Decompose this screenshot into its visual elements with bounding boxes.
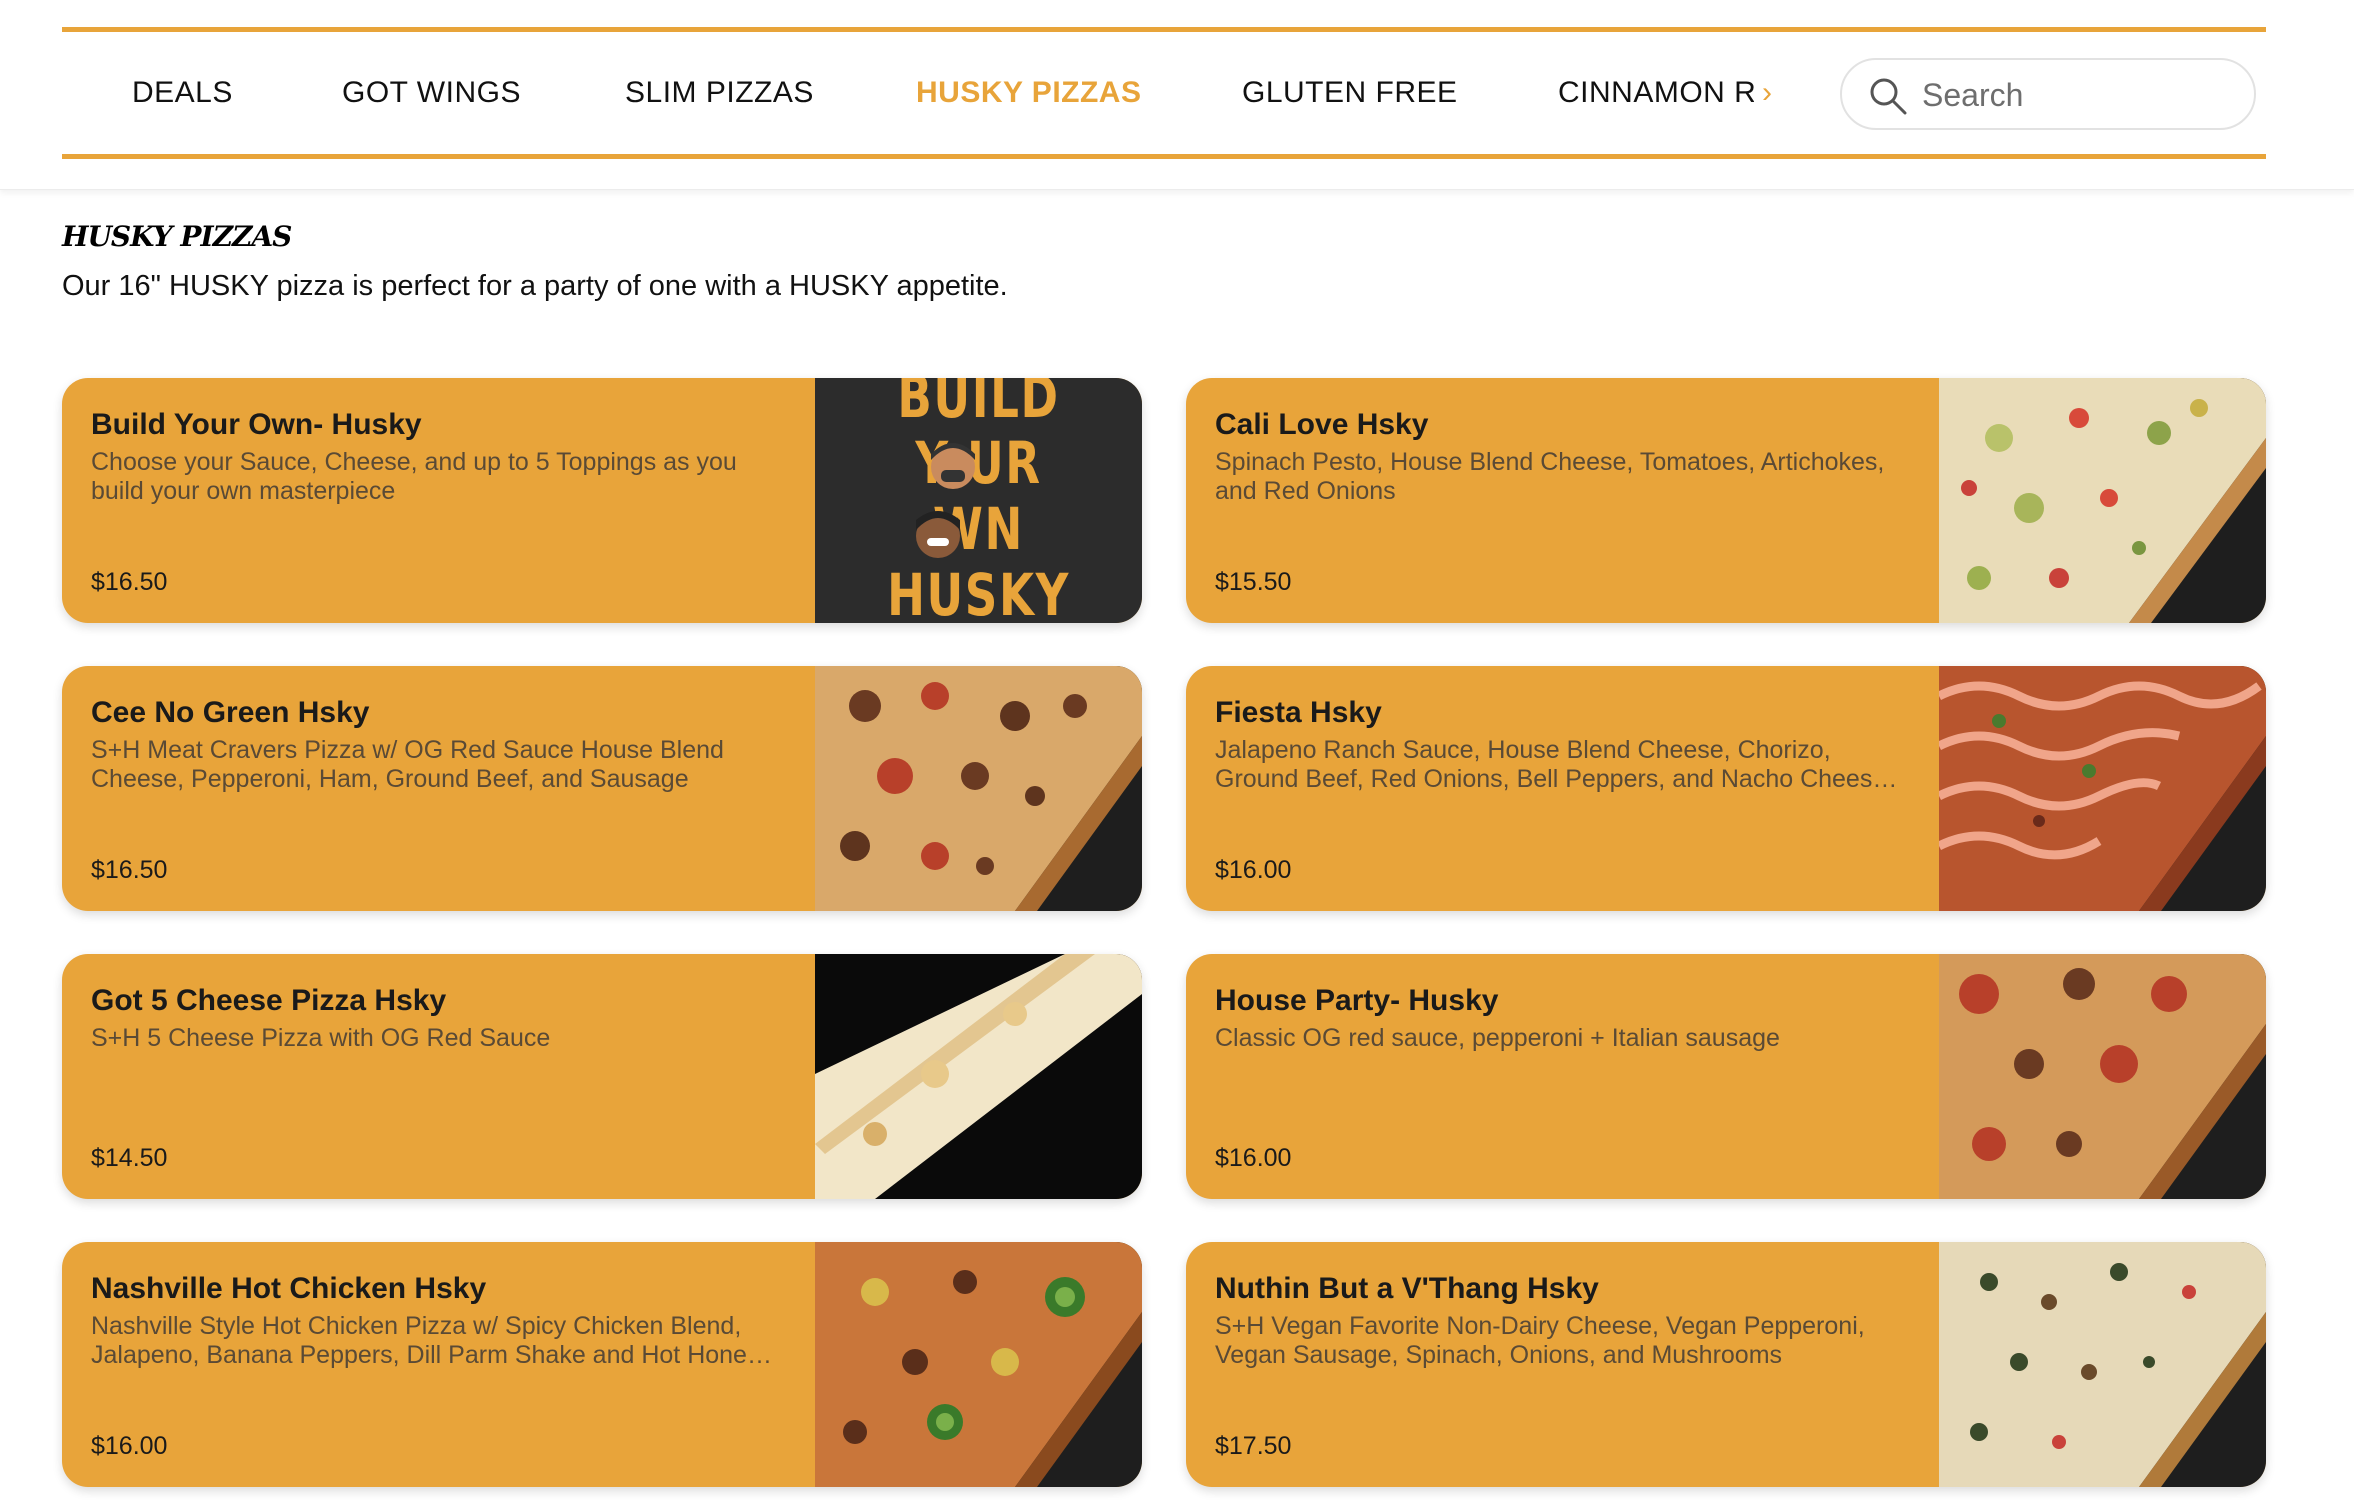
product-description: Classic OG red sauce, pepperoni + Italia… — [1215, 1024, 1780, 1052]
product-description: S+H Vegan Favorite Non-Dairy Cheese, Veg… — [1215, 1312, 1865, 1369]
product-name: Nashville Hot Chicken Hsky — [91, 1272, 487, 1305]
product-price: $16.00 — [1215, 1144, 1292, 1172]
search-box[interactable] — [1840, 58, 2256, 130]
section-title: HUSKY PIZZAS — [62, 220, 292, 253]
section-description: Our 16" HUSKY pizza is perfect for a par… — [62, 270, 1008, 302]
mascot-faces-icon — [916, 443, 975, 558]
product-image — [815, 954, 1142, 1199]
product-description: Jalapeno Ranch Sauce, House Blend Cheese… — [1215, 736, 1887, 793]
product-card[interactable]: Build Your Own- Husky Choose your Sauce,… — [62, 378, 1142, 623]
product-card[interactable]: House Party- Husky Classic OG red sauce,… — [1186, 954, 2266, 1199]
product-card[interactable]: Nashville Hot Chicken Hsky Nashville Sty… — [62, 1242, 1142, 1487]
nav-item-cinnamon-rolls[interactable]: CINNAMON ROLLS — [1558, 32, 1754, 154]
nav-item-got-wings[interactable]: GOT WINGS — [342, 32, 521, 154]
product-price: $16.50 — [91, 568, 168, 596]
product-image — [815, 666, 1142, 911]
product-image: BUILD Y UR WN HUSKY — [815, 378, 1142, 623]
top-navigation-bar: DEALS GOT WINGS SLIM PIZZAS HUSKY PIZZAS… — [0, 0, 2354, 190]
product-name: Cali Love Hsky — [1215, 408, 1429, 441]
product-name: Build Your Own- Husky — [91, 408, 422, 441]
product-name: Nuthin But a V'Thang Hsky — [1215, 1272, 1599, 1305]
search-input[interactable] — [1922, 70, 2242, 120]
product-description: S+H 5 Cheese Pizza with OG Red Sauce — [91, 1024, 551, 1052]
product-description: S+H Meat Cravers Pizza w/ OG Red Sauce H… — [91, 736, 724, 793]
product-name: Fiesta Hsky — [1215, 696, 1382, 729]
product-price: $14.50 — [91, 1144, 168, 1172]
product-image — [1939, 666, 2266, 911]
nav-bottom-divider — [62, 154, 2266, 159]
product-description: Nashville Style Hot Chicken Pizza w/ Spi… — [91, 1312, 760, 1369]
product-description: Spinach Pesto, House Blend Cheese, Tomat… — [1215, 448, 1885, 505]
nav-item-husky-pizzas[interactable]: HUSKY PIZZAS — [916, 32, 1141, 154]
product-price: $17.50 — [1215, 1432, 1292, 1460]
product-image — [1939, 954, 2266, 1199]
product-card[interactable]: Fiesta Hsky Jalapeno Ranch Sauce, House … — [1186, 666, 2266, 911]
product-price: $16.00 — [91, 1432, 168, 1460]
category-nav: DEALS GOT WINGS SLIM PIZZAS HUSKY PIZZAS… — [62, 32, 1792, 154]
product-price: $16.00 — [1215, 856, 1292, 884]
product-card[interactable]: Nuthin But a V'Thang Hsky S+H Vegan Favo… — [1186, 1242, 2266, 1487]
product-price: $16.50 — [91, 856, 168, 884]
product-image — [815, 1242, 1142, 1487]
search-icon — [1870, 78, 1907, 115]
product-image — [1939, 378, 2266, 623]
product-price: $15.50 — [1215, 568, 1292, 596]
chevron-right-icon[interactable]: › — [1762, 32, 1772, 154]
nav-item-gluten-free[interactable]: GLUTEN FREE — [1242, 32, 1458, 154]
product-name: Got 5 Cheese Pizza Hsky — [91, 984, 447, 1017]
product-card[interactable]: Got 5 Cheese Pizza Hsky S+H 5 Cheese Piz… — [62, 954, 1142, 1199]
product-card[interactable]: Cali Love Hsky Spinach Pesto, House Blen… — [1186, 378, 2266, 623]
product-name: House Party- Husky — [1215, 984, 1499, 1017]
nav-item-slim-pizzas[interactable]: SLIM PIZZAS — [625, 32, 814, 154]
nav-item-deals[interactable]: DEALS — [132, 32, 233, 154]
product-name: Cee No Green Hsky — [91, 696, 370, 729]
product-image — [1939, 1242, 2266, 1487]
product-description: Choose your Sauce, Cheese, and up to 5 T… — [91, 448, 737, 505]
product-card[interactable]: Cee No Green Hsky S+H Meat Cravers Pizza… — [62, 666, 1142, 911]
